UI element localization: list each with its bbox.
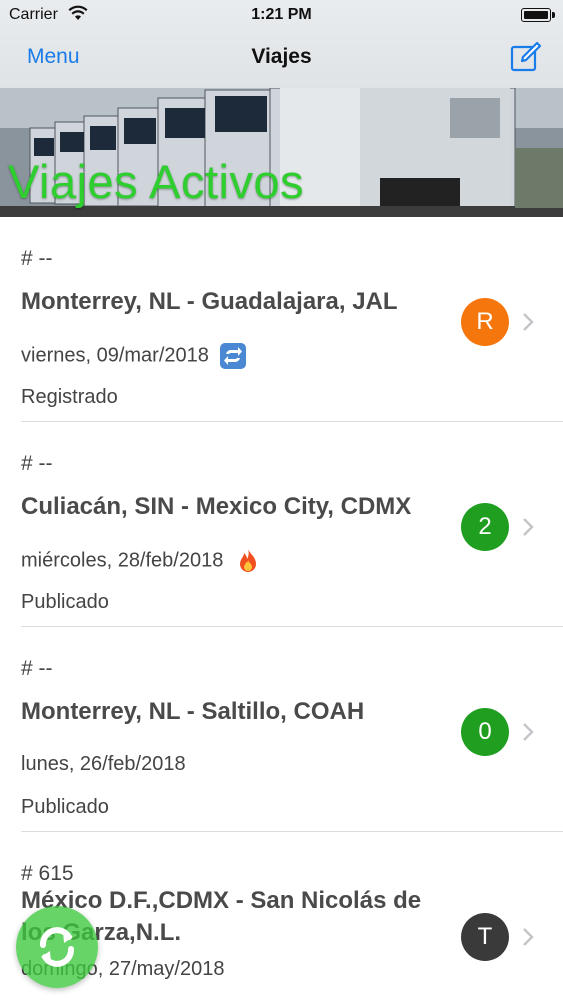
trip-date: miércoles, 28/feb/2018 [21, 549, 224, 572]
trip-row[interactable]: # -- Culiacán, SIN - Mexico City, CDMX m… [0, 422, 563, 627]
refresh-button[interactable] [16, 906, 98, 988]
trip-route: Monterrey, NL - Guadalajara, JAL [21, 288, 398, 315]
trip-badge: T [461, 913, 509, 961]
trip-date: viernes, 09/mar/2018 [21, 344, 209, 367]
trip-number: # -- [21, 657, 53, 680]
trip-date-line: viernes, 09/mar/2018 [21, 343, 247, 369]
trip-badge: R [461, 298, 509, 346]
menu-button[interactable]: Menu [27, 45, 80, 69]
battery-icon [521, 8, 555, 22]
trip-status: Publicado [21, 591, 109, 613]
trip-badge: 0 [461, 708, 509, 756]
chevron-right-icon [523, 928, 534, 946]
trip-number: # -- [21, 452, 53, 475]
trip-status: Registrado [21, 386, 118, 408]
fire-icon [239, 549, 256, 572]
page-title: Viajes [251, 45, 312, 68]
repeat-icon [220, 343, 247, 369]
trip-status: Publicado [21, 796, 109, 818]
trip-date-line: miércoles, 28/feb/2018 [21, 548, 261, 574]
clock: 1:21 PM [251, 6, 312, 23]
trip-row[interactable]: # -- Monterrey, NL - Saltillo, COAH lune… [0, 627, 563, 832]
banner-image: Viajes Activos [0, 88, 563, 217]
trip-route: Monterrey, NL - Saltillo, COAH [21, 698, 365, 725]
navigation-bar: Carrier 1:21 PM Menu Viajes [0, 0, 563, 88]
status-bar: Carrier 1:21 PM [0, 0, 563, 30]
trip-row[interactable]: # -- Monterrey, NL - Guadalajara, JAL vi… [0, 217, 563, 422]
trip-date: lunes, 26/feb/2018 [21, 753, 186, 775]
refresh-icon [40, 927, 74, 967]
chevron-right-icon [523, 723, 534, 741]
chevron-right-icon [523, 518, 534, 536]
compose-icon[interactable] [509, 40, 543, 74]
trip-list: # -- Monterrey, NL - Guadalajara, JAL vi… [0, 217, 563, 1000]
trip-badge: 2 [461, 503, 509, 551]
trip-route: Culiacán, SIN - Mexico City, CDMX [21, 493, 412, 520]
trip-number: # -- [21, 247, 53, 270]
trip-number: # 615 [21, 862, 74, 885]
banner-title: Viajes Activos [8, 155, 305, 208]
chevron-right-icon [523, 313, 534, 331]
